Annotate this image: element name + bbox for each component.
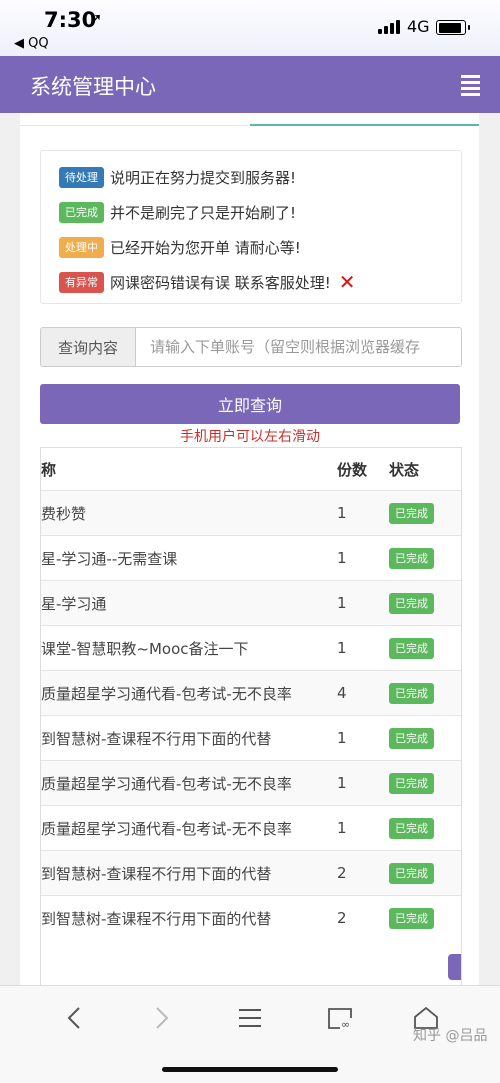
table-row: 星-学习通 1 已完成 <box>41 580 461 626</box>
status-badge: 已完成 <box>389 862 434 884</box>
legend-item: 有异常 网课密码错误有误 联系客服处理! ✕ <box>59 269 356 295</box>
status-badge: 有异常 <box>59 271 104 293</box>
cell-qty: 2 <box>337 895 389 940</box>
status-badge: 已完成 <box>389 772 434 794</box>
status-badge: 已完成 <box>389 817 434 839</box>
cell-status: 已完成 <box>389 670 461 716</box>
status-badge: 已完成 <box>389 682 434 704</box>
cell-status: 已完成 <box>389 580 461 626</box>
cell-status: 已完成 <box>389 850 461 896</box>
status-badge: 已完成 <box>389 637 434 659</box>
forward-icon[interactable] <box>142 1002 182 1034</box>
watermark: 知乎 @吕品 <box>413 1028 488 1044</box>
status-badge: 已完成 <box>389 907 434 929</box>
signal-icon <box>378 20 400 34</box>
cell-status: 已完成 <box>389 715 461 761</box>
status-badge: 待处理 <box>59 166 104 188</box>
cell-qty: 1 <box>337 805 389 851</box>
order-table[interactable]: 称 份数 状态 费秒赞 1 已完成 星-学习通--无需查课 1 已完成 星-学习… <box>40 447 462 986</box>
cell-status: 已完成 <box>389 535 461 581</box>
search-group: 查询内容 <box>40 327 462 367</box>
cell-status: 已完成 <box>389 490 461 536</box>
table-row: 到智慧树-查课程不行用下面的代替 2 已完成 <box>41 895 461 940</box>
legend-text: 已经开始为您开单 请耐心等! <box>110 238 301 257</box>
pagination-button[interactable] <box>448 954 461 980</box>
cell-status: 已完成 <box>389 895 461 940</box>
cell-name: 课堂-智慧职教~Mooc备注一下 <box>41 625 337 671</box>
status-legend: 待处理 说明正在努力提交到服务器! 已完成 并不是刷完了只是开始刷了! 处理中 … <box>40 150 462 304</box>
cell-qty: 4 <box>337 670 389 716</box>
status-badge: 已完成 <box>389 547 434 569</box>
status-badge: 已完成 <box>59 201 104 223</box>
column-header-name: 称 <box>41 460 57 479</box>
cell-qty: 1 <box>337 535 389 581</box>
table-row: 费秒赞 1 已完成 <box>41 490 461 536</box>
table-row: 星-学习通--无需查课 1 已完成 <box>41 535 461 581</box>
scroll-hint: 手机用户可以左右滑动 <box>180 429 320 445</box>
cell-name: 质量超星学习通代看-包考试-无不良率 <box>41 670 337 716</box>
tab-bar <box>20 124 479 126</box>
cell-qty: 2 <box>337 850 389 896</box>
cell-name: 星-学习通--无需查课 <box>41 535 337 581</box>
svg-text:∞: ∞ <box>341 1018 350 1030</box>
legend-text: 并不是刷完了只是开始刷了! <box>110 203 297 222</box>
location-arrow-icon: ➚ <box>89 9 103 28</box>
cell-name: 质量超星学习通代看-包考试-无不良率 <box>41 805 337 851</box>
status-badge: 已完成 <box>389 727 434 749</box>
status-badge: 已完成 <box>389 592 434 614</box>
legend-item: 待处理 说明正在努力提交到服务器! <box>59 164 296 190</box>
home-indicator <box>162 1067 338 1072</box>
status-badge: 已完成 <box>389 502 434 524</box>
table-row: 质量超星学习通代看-包考试-无不良率 1 已完成 <box>41 805 461 851</box>
legend-item: 已完成 并不是刷完了只是开始刷了! <box>59 199 296 225</box>
status-badge: 处理中 <box>59 236 104 258</box>
cell-qty: 1 <box>337 715 389 761</box>
cell-name: 到智慧树-查课程不行用下面的代替 <box>41 850 337 896</box>
cell-qty: 1 <box>337 760 389 806</box>
cell-name: 到智慧树-查课程不行用下面的代替 <box>41 895 337 940</box>
back-to-app-link[interactable]: ◀ QQ <box>14 36 49 51</box>
cell-name: 星-学习通 <box>41 580 337 626</box>
cell-status: 已完成 <box>389 625 461 671</box>
back-icon[interactable] <box>54 1002 94 1034</box>
battery-icon <box>436 20 470 35</box>
table-row: 质量超星学习通代看-包考试-无不良率 1 已完成 <box>41 760 461 806</box>
cell-qty: 1 <box>337 580 389 626</box>
tab-active-indicator <box>250 124 479 126</box>
legend-text: 网课密码错误有误 联系客服处理! <box>110 273 331 292</box>
column-header-status: 状态 <box>389 460 420 479</box>
table-header-row: 称 份数 状态 <box>41 448 461 491</box>
page-title: 系统管理中心 <box>30 75 156 99</box>
cell-status: 已完成 <box>389 805 461 851</box>
menu-icon[interactable] <box>461 75 480 99</box>
search-label: 查询内容 <box>41 328 136 366</box>
cell-qty: 1 <box>337 490 389 536</box>
tabs-icon[interactable]: ∞ <box>320 1002 360 1034</box>
legend-item: 处理中 已经开始为您开单 请耐心等! <box>59 234 301 260</box>
cross-mark-icon: ✕ <box>338 270 356 294</box>
search-input[interactable] <box>136 328 461 366</box>
cell-qty: 1 <box>337 625 389 671</box>
column-header-qty: 份数 <box>337 460 368 479</box>
cell-name: 质量超星学习通代看-包考试-无不良率 <box>41 760 337 806</box>
main-panel: 待处理 说明正在努力提交到服务器! 已完成 并不是刷完了只是开始刷了! 处理中 … <box>20 113 479 986</box>
cell-status: 已完成 <box>389 760 461 806</box>
top-navbar: 系统管理中心 <box>0 56 500 113</box>
table-row: 质量超星学习通代看-包考试-无不良率 4 已完成 <box>41 670 461 716</box>
cell-name: 费秒赞 <box>41 490 337 536</box>
table-row: 到智慧树-查课程不行用下面的代替 2 已完成 <box>41 850 461 896</box>
legend-text: 说明正在努力提交到服务器! <box>110 168 297 187</box>
menu-list-icon[interactable] <box>230 1002 270 1034</box>
network-type: 4G <box>407 17 430 36</box>
table-row: 课堂-智慧职教~Mooc备注一下 1 已完成 <box>41 625 461 671</box>
cell-name: 到智慧树-查课程不行用下面的代替 <box>41 715 337 761</box>
query-button[interactable]: 立即查询 <box>40 384 460 424</box>
status-bar: 7:30 ➚ ◀ QQ 4G <box>0 0 500 56</box>
table-row: 到智慧树-查课程不行用下面的代替 1 已完成 <box>41 715 461 761</box>
